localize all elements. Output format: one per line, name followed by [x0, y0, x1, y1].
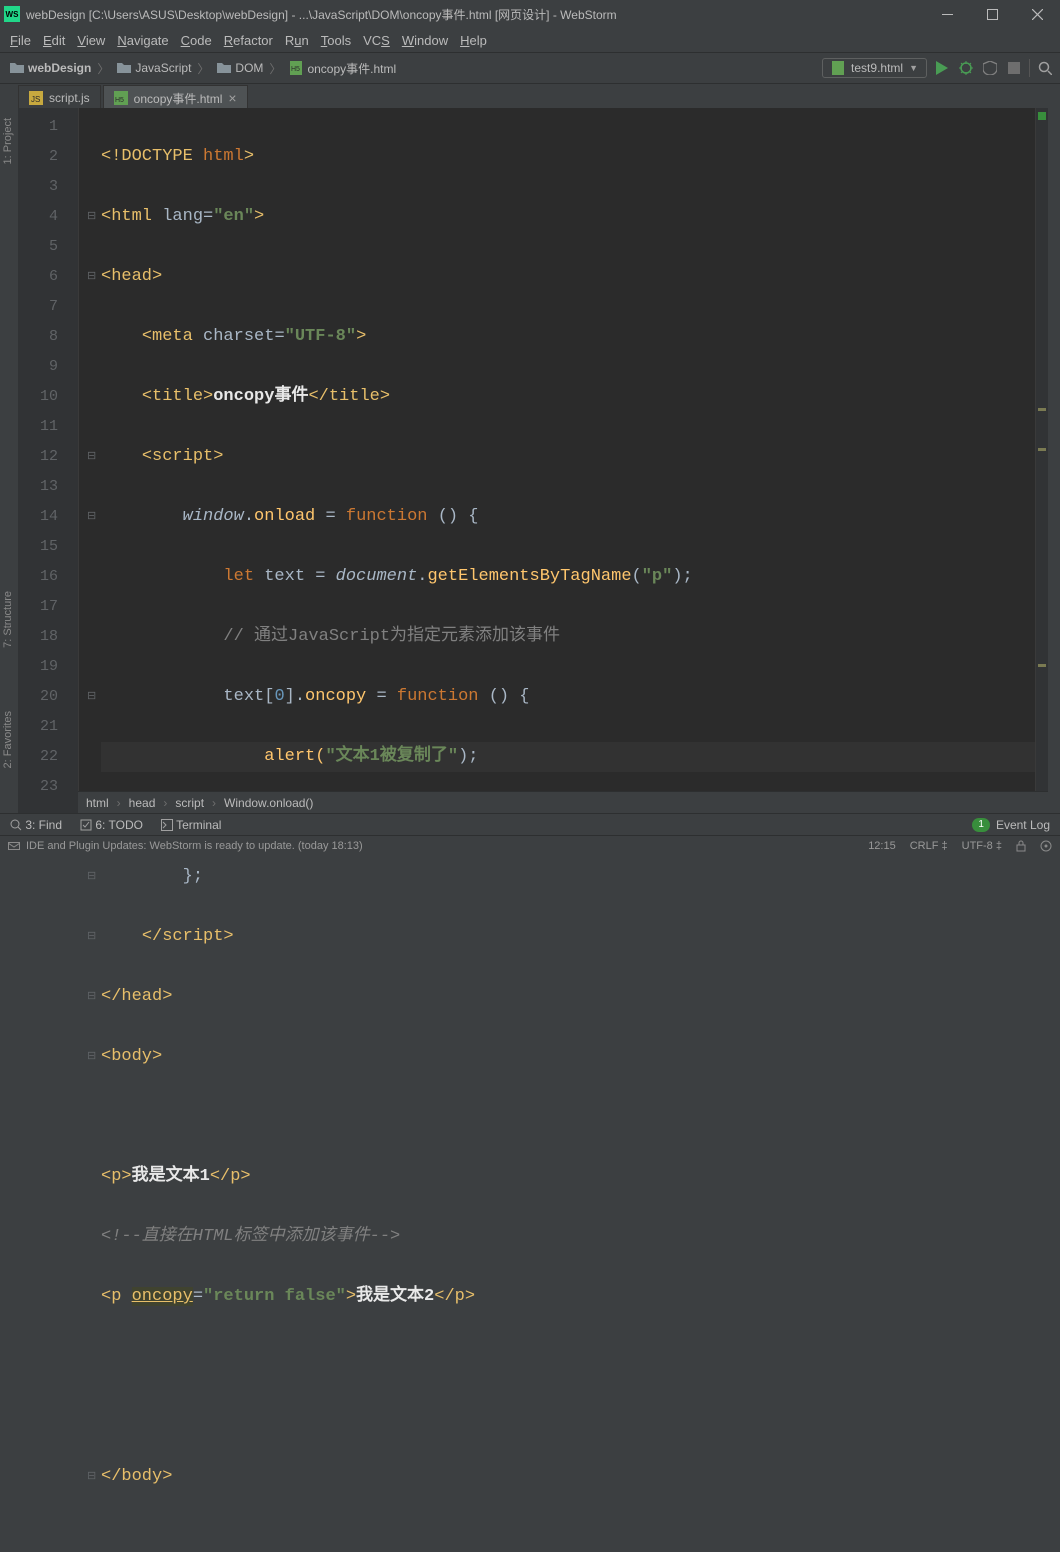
crumb-item[interactable]: script [175, 796, 204, 810]
menu-help[interactable]: Help [454, 31, 493, 50]
find-tool-button[interactable]: 3: Find [10, 818, 62, 832]
svg-text:H5: H5 [291, 66, 300, 73]
right-tool-strip [1048, 108, 1060, 814]
status-message: IDE and Plugin Updates: WebStorm is read… [26, 840, 363, 852]
caret-position[interactable]: 12:15 [868, 840, 896, 852]
crumb-item[interactable]: Window.onload() [224, 796, 313, 810]
html-file-icon: H5 [289, 61, 303, 75]
event-log-button[interactable]: Event Log [996, 818, 1050, 832]
editor-tabs: JS script.js H5 oncopy事件.html × [0, 84, 1060, 111]
line-gutter: 1234 5678 9101112 13141516 17181920 2122… [18, 108, 79, 814]
menubar: File Edit View Navigate Code Refactor Ru… [0, 28, 1060, 52]
fold-icon[interactable] [87, 442, 96, 472]
notification-icon[interactable] [8, 840, 20, 852]
tab-oncopy[interactable]: H5 oncopy事件.html × [103, 85, 248, 110]
menu-refactor[interactable]: Refactor [218, 31, 279, 50]
folder-icon [117, 61, 131, 75]
crumb-item[interactable]: head [129, 796, 156, 810]
breadcrumb-item[interactable]: JavaScript 〉 [113, 58, 213, 79]
close-button[interactable] [1015, 0, 1060, 28]
project-tool-button[interactable]: 1: Project [0, 112, 16, 170]
fold-icon[interactable] [87, 862, 96, 892]
html-file-icon [831, 61, 845, 75]
fold-icon[interactable] [87, 682, 96, 712]
folder-icon [217, 61, 231, 75]
folder-icon [10, 61, 24, 75]
run-config-selector[interactable]: test9.html ▼ [822, 58, 927, 78]
js-file-icon: JS [29, 91, 43, 105]
structure-tool-button[interactable]: 7: Structure [0, 585, 16, 654]
fold-icon[interactable] [87, 922, 96, 952]
lock-icon[interactable] [1016, 840, 1026, 852]
svg-text:H5: H5 [115, 97, 124, 104]
fold-icon[interactable] [87, 1462, 96, 1492]
breadcrumb-file[interactable]: H5 oncopy事件.html [285, 58, 400, 79]
stop-button[interactable] [1005, 59, 1023, 77]
fold-icon[interactable] [87, 982, 96, 1012]
chevron-right-icon: 〉 [97, 60, 109, 77]
menu-code[interactable]: Code [175, 31, 218, 50]
svg-text:JS: JS [31, 95, 40, 104]
tab-scriptjs[interactable]: JS script.js [18, 85, 101, 110]
menu-vcs[interactable]: VCS [357, 31, 396, 50]
code-area[interactable]: <!DOCTYPE html> <html lang="en"> <head> … [79, 108, 1035, 814]
run-config-label: test9.html [851, 61, 903, 75]
window-title: webDesign [C:\Users\ASUS\Desktop\webDesi… [26, 6, 617, 23]
bottom-toolbar: 3: Find 6: TODO Terminal 1 Event Log [0, 813, 1060, 836]
fold-icon[interactable] [87, 502, 96, 532]
menu-edit[interactable]: Edit [37, 31, 71, 50]
line-separator[interactable]: CRLF ‡ [910, 840, 948, 852]
breadcrumb-label: webDesign [28, 61, 91, 75]
code-breadcrumb: html › head › script › Window.onload() [78, 791, 1048, 814]
minimize-button[interactable] [925, 0, 970, 28]
chevron-right-icon: › [163, 796, 167, 810]
chevron-right-icon: 〉 [197, 60, 209, 77]
terminal-tool-button[interactable]: Terminal [161, 818, 221, 832]
todo-tool-button[interactable]: 6: TODO [80, 818, 143, 832]
chevron-right-icon: 〉 [269, 60, 281, 77]
breadcrumb-label: oncopy事件.html [307, 60, 396, 77]
fold-icon[interactable] [87, 262, 96, 292]
menu-run[interactable]: Run [279, 31, 315, 50]
html-file-icon: H5 [114, 91, 128, 105]
menu-file[interactable]: File [4, 31, 37, 50]
fold-icon[interactable] [87, 202, 96, 232]
menu-window[interactable]: Window [396, 31, 454, 50]
menu-navigate[interactable]: Navigate [111, 31, 174, 50]
status-bar: IDE and Plugin Updates: WebStorm is read… [0, 835, 1060, 856]
editor[interactable]: 1234 5678 9101112 13141516 17181920 2122… [18, 108, 1048, 814]
chevron-right-icon: › [117, 796, 121, 810]
breadcrumb-label: JavaScript [135, 61, 191, 75]
breadcrumb-item[interactable]: DOM 〉 [213, 58, 285, 79]
close-icon[interactable]: × [228, 91, 236, 105]
chevron-down-icon: ▼ [909, 63, 918, 73]
analysis-ok-icon [1038, 112, 1046, 120]
breadcrumb-root[interactable]: webDesign 〉 [6, 58, 113, 79]
app-icon: WS [4, 6, 20, 22]
breadcrumb-label: DOM [235, 61, 263, 75]
coverage-button[interactable] [981, 59, 999, 77]
error-stripe[interactable] [1035, 108, 1048, 814]
debug-button[interactable] [957, 59, 975, 77]
favorites-tool-button[interactable]: 2: Favorites [0, 705, 16, 774]
left-tool-strip: 1: Project 7: Structure 2: Favorites [0, 108, 19, 814]
maximize-button[interactable] [970, 0, 1015, 28]
run-button[interactable] [933, 59, 951, 77]
menu-tools[interactable]: Tools [315, 31, 357, 50]
inspector-icon[interactable] [1040, 840, 1052, 852]
menu-view[interactable]: View [71, 31, 111, 50]
titlebar: WS webDesign [C:\Users\ASUS\Desktop\webD… [0, 0, 1060, 28]
warning-mark[interactable] [1038, 448, 1046, 451]
fold-icon[interactable] [87, 1042, 96, 1072]
tab-label: script.js [49, 91, 90, 105]
nav-toolbar: webDesign 〉 JavaScript 〉 DOM 〉 H5 oncopy… [0, 52, 1060, 84]
warning-mark[interactable] [1038, 664, 1046, 667]
tab-label: oncopy事件.html [134, 90, 223, 107]
file-encoding[interactable]: UTF-8 ‡ [962, 840, 1002, 852]
event-log-badge: 1 [972, 818, 990, 832]
search-everywhere-button[interactable] [1036, 59, 1054, 77]
chevron-right-icon: › [212, 796, 216, 810]
crumb-item[interactable]: html [86, 796, 109, 810]
warning-mark[interactable] [1038, 408, 1046, 411]
